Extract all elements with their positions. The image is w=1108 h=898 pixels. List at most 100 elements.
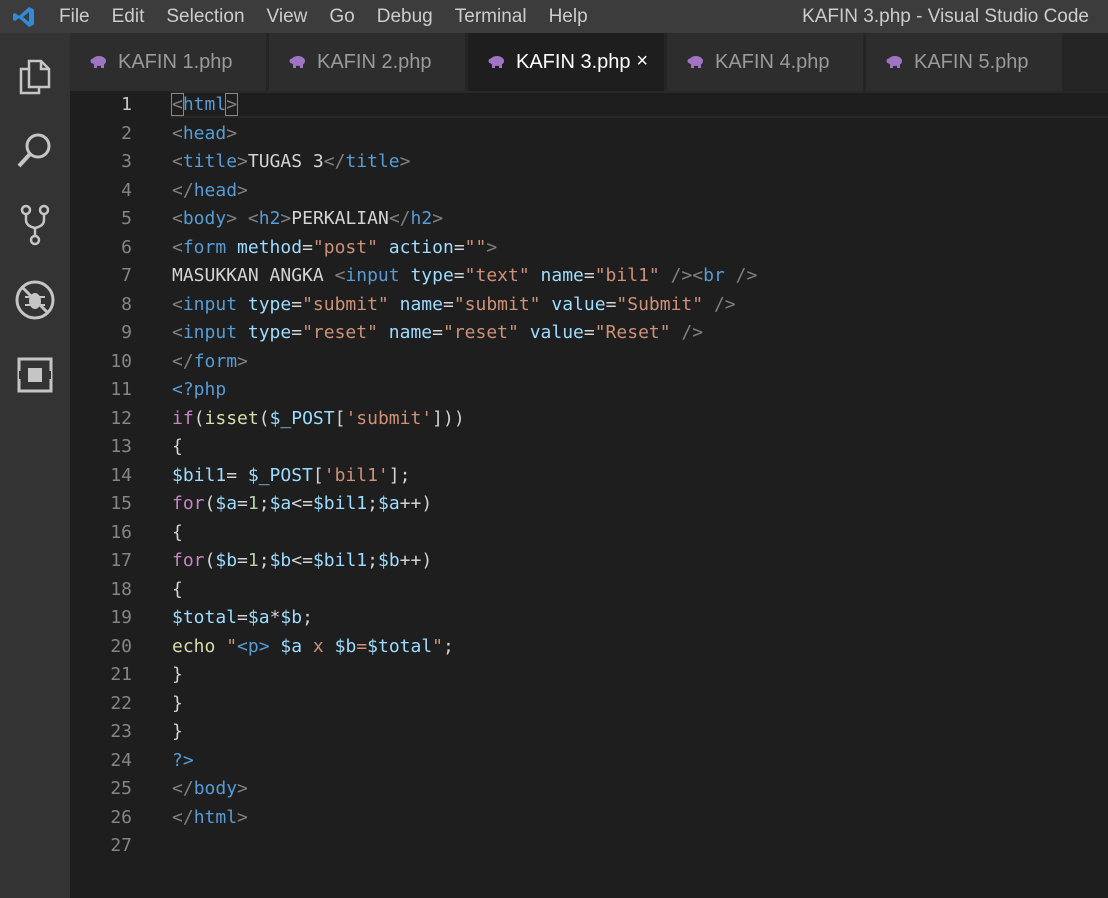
line-number: 11 [110,379,132,400]
search-icon[interactable] [13,128,57,172]
menu-view[interactable]: View [256,0,319,33]
code-token: "submit" [302,293,389,315]
code-token: = [453,265,465,286]
code-token: name [540,265,584,286]
tab-kafin-5[interactable]: KAFIN 5.php [866,33,1063,91]
source-control-icon[interactable] [13,203,57,247]
code-token: </ [172,350,194,372]
explorer-icon[interactable] [13,55,57,99]
code-text: { [172,576,183,605]
code-token: MASUKKAN ANGKA [172,265,335,286]
line-number: 8 [121,293,132,315]
code-token: echo [172,635,216,657]
code-text: } [172,690,183,719]
code-token: PERKALIAN [291,208,389,229]
line-number: 20 [110,635,132,657]
code-token: /> [681,322,704,343]
code-token: $bil1 [312,493,368,514]
tab-kafin-1[interactable]: KAFIN 1.php [70,33,267,91]
code-token: form [182,236,227,258]
menu-terminal[interactable]: Terminal [444,0,538,33]
menu-edit[interactable]: Edit [101,0,156,33]
line-number: 14 [110,464,132,486]
code-text: for($a=1;$a<=$bil1;$a++) [172,490,432,519]
code-text: { [172,433,183,462]
menu-debug[interactable]: Debug [366,0,444,33]
code-text: </body> [172,775,248,804]
menu-go[interactable]: Go [318,0,365,33]
code-editor[interactable]: 1 <html> 2 <head> 3 <title>TUGAS 3</title> 4 </… [70,91,1108,898]
tab-label: KAFIN 4.php [715,50,830,73]
code-text: <html> [171,91,239,120]
code-token: value [551,293,606,315]
code-text: $bil1= $_POST['bil1']; [172,462,410,491]
close-icon[interactable]: × [636,51,648,71]
code-token: > [237,179,248,201]
menu-selection[interactable]: Selection [155,0,255,33]
code-text: </html> [172,804,248,833]
tab-kafin-3[interactable]: KAFIN 3.php × [468,33,665,91]
code-token: "post" [312,236,378,258]
code-token: = [432,322,443,343]
code-token: ; [367,493,378,514]
code-token: TUGAS 3 [247,151,324,172]
code-token: ( [204,493,216,514]
extensions-icon[interactable] [13,353,57,397]
line-number: 18 [110,578,132,600]
php-elephant-icon [289,56,305,68]
code-token: if [172,407,194,429]
activity-bar [0,33,70,898]
code-token: </ [388,208,411,229]
php-elephant-icon [90,56,106,68]
code-token: < [172,293,183,315]
code-token: html [182,94,227,115]
code-text: if(isset($_POST['submit'])) [172,405,465,434]
tab-label: KAFIN 1.php [118,50,233,73]
code-token: > [226,122,238,144]
code-token: ; [443,635,454,657]
line-number: 4 [121,179,132,201]
menu-help[interactable]: Help [538,0,599,33]
code-token: ( [193,407,205,429]
code-token: <?php [172,379,227,400]
code-token: * [269,607,281,628]
code-token: $b [334,635,357,657]
vscode-logo-icon [13,7,34,27]
code-token: "" [464,236,487,258]
code-token: < [172,151,183,172]
code-token: > [237,778,248,799]
code-token: $a [247,607,270,628]
code-token: $a [269,493,292,514]
code-token: } [172,721,183,742]
code-token: <= [291,550,313,571]
tab-kafin-4[interactable]: KAFIN 4.php [667,33,864,91]
code-token: = [291,293,303,315]
code-token: title [182,151,238,172]
line-number: 25 [110,778,132,799]
code-token: 'bil1' [323,464,389,486]
line-number: 16 [110,521,132,543]
php-elephant-icon [886,56,902,68]
code-token: <= [291,493,313,514]
code-token: "Submit" [616,293,704,315]
code-token: " [226,635,238,657]
line-number: 3 [121,151,132,172]
code-token: $a [377,493,400,514]
menu-file[interactable]: File [48,0,101,33]
code-token: />< [670,265,704,286]
line-number: 10 [110,350,132,372]
line-number: 22 [110,692,132,714]
menu-bar: File Edit Selection View Go Debug Terminal Help [48,0,599,33]
code-token: ++) [399,493,433,514]
tab-kafin-2[interactable]: KAFIN 2.php [269,33,466,91]
debug-icon[interactable] [13,278,57,322]
code-token: type [247,293,292,315]
code-text: </form> [172,348,248,377]
code-token: name [399,293,443,315]
